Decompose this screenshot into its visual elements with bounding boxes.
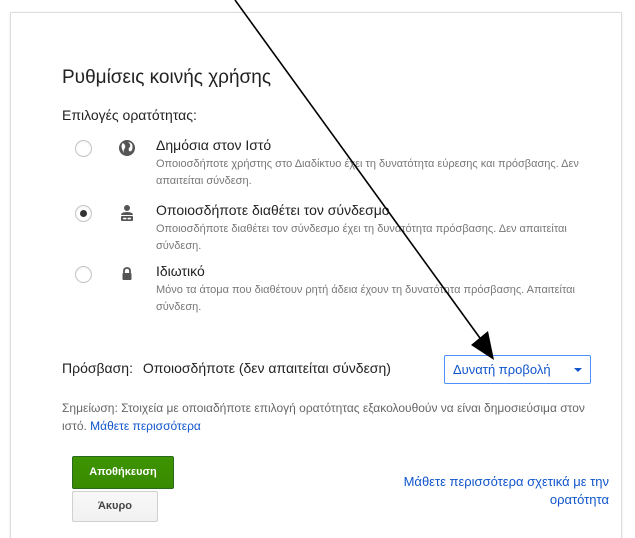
cancel-button[interactable]: Άκυρο <box>72 491 158 522</box>
visibility-options-label: Επιλογές ορατότητας: <box>62 107 197 123</box>
radio-private[interactable] <box>75 266 92 283</box>
access-level-dropdown[interactable]: Δυνατή προβολή <box>444 355 591 384</box>
option-title: Ιδιωτικό <box>156 263 205 279</box>
option-title: Οποιοσδήποτε διαθέτει τον σύνδεσμο <box>156 202 390 218</box>
globe-icon <box>117 138 137 158</box>
person-link-icon <box>117 203 137 223</box>
visibility-note: Σημείωση: Στοιχεία με οποιαδήποτε επιλογ… <box>62 399 602 435</box>
learn-more-visibility-link[interactable]: Μάθετε περισσότερα σχετικά με την ορατότ… <box>371 473 609 509</box>
save-button[interactable]: Αποθήκευση <box>72 456 174 489</box>
lock-icon <box>117 264 137 284</box>
option-description: Μόνο τα άτομα που διαθέτουν ρητή άδεια έ… <box>156 284 575 313</box>
chevron-down-icon <box>574 368 582 372</box>
access-label: Πρόσβαση: <box>62 360 133 376</box>
radio-anyone-with-link[interactable] <box>75 205 92 222</box>
access-value: Οποιοσδήποτε (δεν απαιτείται σύνδεση) <box>142 360 391 376</box>
learn-more-link[interactable]: Μάθετε περισσότερα <box>90 419 201 433</box>
dialog-title: Ρυθμίσεις κοινής χρήσης <box>62 67 272 88</box>
option-description: Οποιοσδήποτε διαθέτει τον σύνδεσμο έχει … <box>156 223 567 252</box>
radio-public[interactable] <box>75 140 92 157</box>
access-row: Πρόσβαση: Οποιοσδήποτε (δεν απαιτείται σ… <box>62 360 391 376</box>
option-description: Οποιοσδήποτε χρήστης στο Διαδίκτυο έχει … <box>156 158 579 187</box>
access-level-value: Δυνατή προβολή <box>453 362 551 377</box>
option-title: Δημόσια στον Ιστό <box>156 137 272 153</box>
sharing-settings-dialog: Ρυθμίσεις κοινής χρήσης Επιλογές ορατότη… <box>10 12 622 538</box>
